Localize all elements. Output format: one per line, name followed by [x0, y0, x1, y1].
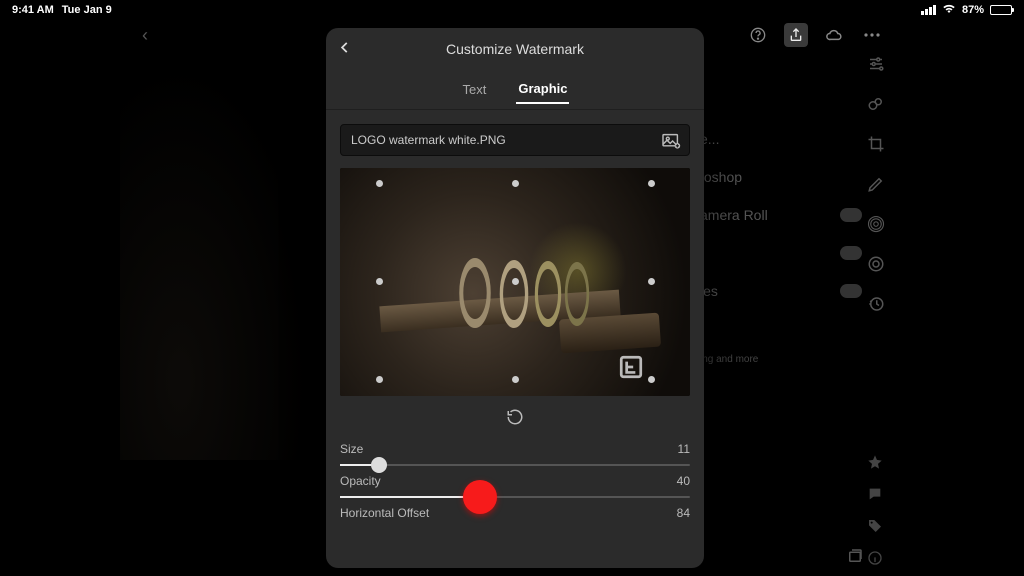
watermark-file-picker[interactable]: LOGO watermark white.PNG: [340, 124, 690, 156]
share-icon[interactable]: [784, 23, 808, 47]
cloud-icon[interactable]: [822, 23, 846, 47]
bg-menu-item-3: amera Roll: [700, 207, 768, 223]
touch-indicator-icon: [463, 480, 497, 514]
anchor-top-center[interactable]: [512, 180, 519, 187]
panel-title: Customize Watermark: [446, 41, 584, 57]
tab-text[interactable]: Text: [461, 76, 489, 103]
radial-icon[interactable]: [866, 214, 886, 234]
image-picker-icon: [661, 133, 679, 147]
anchor-bot-left[interactable]: [376, 376, 383, 383]
history-icon[interactable]: [866, 294, 886, 314]
preview-image: [500, 260, 529, 328]
info-icon[interactable]: [867, 550, 885, 568]
size-slider-thumb[interactable]: [371, 457, 387, 473]
tab-graphic[interactable]: Graphic: [516, 75, 569, 104]
anchor-mid-right[interactable]: [648, 278, 655, 285]
presets-icon[interactable]: [866, 254, 886, 274]
bg-menu-note: ing and more: [700, 354, 874, 365]
cellular-signal-icon: [921, 5, 936, 15]
battery-percent: 87%: [962, 4, 984, 16]
anchor-mid-center[interactable]: [512, 278, 519, 285]
size-value: 11: [678, 442, 690, 456]
opacity-slider-track[interactable]: [340, 496, 690, 498]
battery-icon: [990, 5, 1012, 15]
help-icon[interactable]: [746, 23, 770, 47]
watermark-type-tabs: Text Graphic: [326, 70, 704, 110]
anchor-top-left[interactable]: [376, 180, 383, 187]
hoff-label: Horizontal Offset: [340, 506, 429, 520]
more-icon[interactable]: [860, 23, 884, 47]
opacity-label: Opacity: [340, 474, 381, 488]
customize-watermark-panel: Customize Watermark Text Graphic LOGO wa…: [326, 28, 704, 568]
watermark-file-name: LOGO watermark white.PNG: [351, 133, 506, 147]
slider-size: Size 11: [340, 442, 690, 466]
brush-icon[interactable]: [866, 174, 886, 194]
size-label: Size: [340, 442, 363, 456]
status-date: Tue Jan 9: [62, 4, 112, 16]
slider-horizontal-offset: Horizontal Offset 84: [340, 506, 690, 520]
watermark-preview[interactable]: [340, 168, 690, 396]
bg-menu-item-2: toshop: [700, 169, 742, 185]
anchor-bot-right[interactable]: [648, 376, 655, 383]
anchor-bot-center[interactable]: [512, 376, 519, 383]
anchor-top-right[interactable]: [648, 180, 655, 187]
preview-image: [565, 262, 589, 326]
anchor-mid-left[interactable]: [376, 278, 383, 285]
background-export-menu: e... toshop amera Roll les ing and more: [700, 120, 874, 365]
back-chevron-icon[interactable]: ‹: [142, 25, 148, 46]
watermark-logo-overlay[interactable]: [618, 354, 644, 380]
adjust-icon[interactable]: [866, 54, 886, 74]
right-tool-rail: [856, 54, 896, 314]
slider-opacity: Opacity 40: [340, 474, 690, 498]
background-photo: [120, 60, 320, 460]
wifi-icon: [942, 4, 956, 17]
size-slider-track[interactable]: [340, 464, 690, 466]
status-bar: 9:41 AM Tue Jan 9 87%: [0, 0, 1024, 20]
crop-icon[interactable]: [866, 134, 886, 154]
comment-icon[interactable]: [867, 486, 885, 504]
panel-back-button[interactable]: [338, 39, 352, 60]
opacity-value: 40: [677, 474, 690, 488]
star-icon[interactable]: [867, 454, 885, 472]
stack-icon[interactable]: [846, 547, 864, 570]
bottom-right-icon-group: [846, 547, 864, 570]
rotate-watermark-button[interactable]: [326, 408, 704, 426]
tag-icon[interactable]: [867, 518, 885, 536]
heal-icon[interactable]: [866, 94, 886, 114]
preview-image: [535, 261, 561, 327]
status-time: 9:41 AM: [12, 4, 54, 16]
preview-image: [459, 258, 491, 328]
hoff-value: 84: [677, 506, 690, 520]
